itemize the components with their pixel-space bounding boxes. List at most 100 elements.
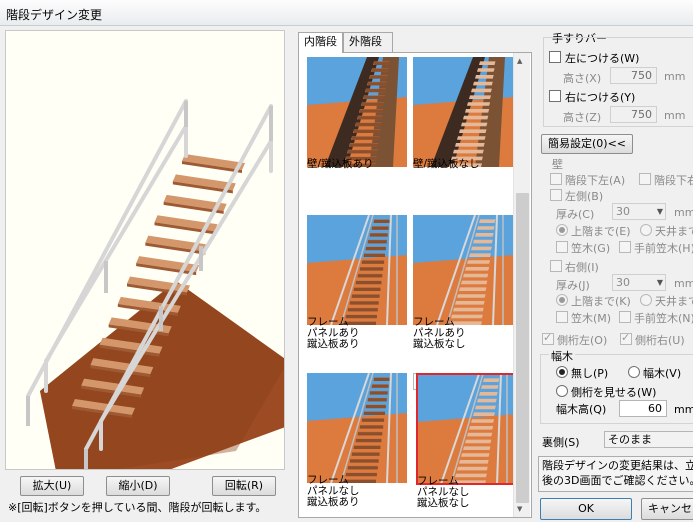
back-side-select[interactable]: そのまま (604, 431, 693, 448)
cancel-button[interactable]: キャンセル (641, 498, 693, 520)
right-handrail-checkbox[interactable] (549, 90, 561, 102)
stair-tread (459, 460, 489, 464)
stair-tread (475, 233, 494, 237)
left-to-ceiling-label: 天井まで (655, 225, 693, 238)
stair-tread (479, 392, 498, 396)
scroll-up-icon[interactable]: ▲ (517, 57, 522, 65)
stair-tread (479, 61, 496, 65)
chevron-down-icon: ▼ (656, 278, 663, 287)
below-left-label: 階段下左(A) (565, 174, 626, 187)
stair-riser (356, 123, 382, 127)
stair-riser (356, 439, 382, 443)
left-thickness-label: 厚み(C) (556, 208, 595, 221)
left-handrail-label: 左につける(W) (565, 52, 640, 65)
stair-tread (469, 253, 491, 257)
ok-button[interactable]: OK (540, 498, 632, 520)
left-wall-checkbox[interactable] (550, 189, 562, 201)
right-to-ceiling-label: 天井まで (655, 295, 693, 308)
skirting-none-radio[interactable] (556, 366, 568, 378)
stair-riser (366, 89, 386, 93)
right-handrail-label: 右につける(Y) (565, 91, 636, 104)
design-caption: 壁/蹴込板あり (307, 158, 374, 170)
design-thumb[interactable]: フレーム パネルなし 蹴込板あり (307, 373, 407, 508)
left-thickness-select[interactable]: 30 ▼ (612, 203, 666, 220)
rotate-button[interactable]: 回転(R) (212, 476, 276, 496)
stair-tread (459, 129, 487, 133)
design-caption: フレーム パネルあり 蹴込板なし (413, 316, 466, 350)
stair-tread (465, 439, 492, 444)
design-caption: 壁/蹴込板なし (413, 158, 480, 170)
left-front-baseboard-label: 手前笠木(H) (634, 242, 693, 255)
stair-thumbnail-image (307, 215, 407, 325)
design-thumb-selected[interactable]: フレーム パネルなし 蹴込板なし (413, 373, 518, 509)
zoom-out-button[interactable]: 縮小(D) (106, 476, 170, 496)
stair-tread (457, 136, 486, 140)
skirting-height-label: 幅木高(Q) (556, 403, 607, 416)
stringer-left-checkbox[interactable] (542, 331, 554, 345)
stringer-right-checkbox[interactable] (620, 331, 632, 345)
stair-thumbnail-image (307, 373, 407, 483)
stair-riser (372, 68, 389, 72)
design-thumb[interactable]: フレーム パネルあり 蹴込板なし (413, 215, 513, 350)
right-front-baseboard-checkbox[interactable] (619, 311, 631, 323)
right-baseboard-checkbox[interactable] (556, 311, 568, 323)
below-left-checkbox[interactable] (550, 173, 562, 185)
stringer-right-label: 側桁右(U) (635, 334, 685, 347)
description-line: 階段デザインの変更結果は、立 (542, 459, 693, 472)
design-thumb[interactable]: 壁/蹴込板なし (413, 57, 513, 170)
stair-tread (477, 68, 495, 72)
left-baseboard-checkbox[interactable] (556, 241, 568, 253)
design-gallery: 壁/蹴込板あり 壁/蹴込板なし フレーム パネルあり 蹴込板あり フレーム パネ… (298, 52, 532, 518)
scroll-thumb[interactable] (516, 193, 529, 503)
stair-preview[interactable] (5, 30, 285, 470)
tab-indoor-stairs[interactable]: 内階段 (298, 32, 343, 53)
right-thickness-select[interactable]: 30 ▼ (612, 274, 666, 291)
stair-tread (481, 385, 499, 389)
show-stringer-radio[interactable] (556, 385, 568, 397)
stair-tread (473, 239, 493, 244)
stair-tread (479, 219, 496, 223)
stair-thumbnail-image (307, 57, 407, 167)
scroll-down-icon[interactable]: ▼ (517, 505, 522, 513)
wall-group-title: 壁 (552, 158, 563, 171)
tab-outdoor-stairs[interactable]: 外階段 (343, 32, 393, 52)
left-height-input[interactable]: 750 (610, 67, 657, 84)
right-height-input[interactable]: 750 (610, 106, 657, 123)
gallery-scrollbar[interactable]: ▲ ▼ (513, 53, 530, 517)
design-thumb[interactable]: フレーム パネルあり 蹴込板あり (307, 215, 407, 350)
stair-tread (483, 378, 500, 382)
stair-tread (467, 102, 491, 106)
stair-riser (352, 136, 380, 140)
stair-riser (366, 247, 386, 251)
stair-tread (465, 267, 490, 271)
right-wall-checkbox[interactable] (550, 260, 562, 272)
stair-riser (372, 384, 389, 388)
show-stringer-label: 側桁を見せる(W) (571, 386, 657, 399)
stair-tread (477, 398, 497, 403)
stair-tread (463, 115, 489, 120)
left-handrail-checkbox[interactable] (549, 51, 561, 63)
stair-tread (475, 75, 494, 79)
stair-riser (348, 466, 378, 470)
stair-riser (370, 75, 388, 79)
skirting-board-radio[interactable] (628, 366, 640, 378)
skirting-height-input[interactable]: 60 (619, 400, 667, 417)
right-to-upper-radio[interactable] (556, 294, 568, 306)
right-thickness-label: 厚み(J) (556, 279, 590, 292)
left-to-ceiling-radio[interactable] (640, 224, 652, 236)
below-right-checkbox[interactable] (639, 173, 651, 185)
stair-riser (362, 260, 385, 264)
left-to-upper-radio[interactable] (556, 224, 568, 236)
left-height-label: 高さ(X) (563, 72, 602, 85)
simple-settings-button[interactable]: 簡易設定(0)<< (541, 134, 633, 154)
design-thumb[interactable]: 壁/蹴込板あり (307, 57, 407, 170)
right-front-baseboard-label: 手前笠木(N) (634, 312, 693, 325)
stair-thumbnail-image (413, 57, 513, 167)
stair-tread (457, 294, 486, 298)
stair-tread (469, 95, 491, 99)
left-front-baseboard-checkbox[interactable] (619, 241, 631, 253)
stair-riser (368, 398, 387, 402)
stair-tread (463, 446, 491, 450)
zoom-in-button[interactable]: 拡大(U) (20, 476, 84, 496)
right-to-ceiling-radio[interactable] (640, 294, 652, 306)
